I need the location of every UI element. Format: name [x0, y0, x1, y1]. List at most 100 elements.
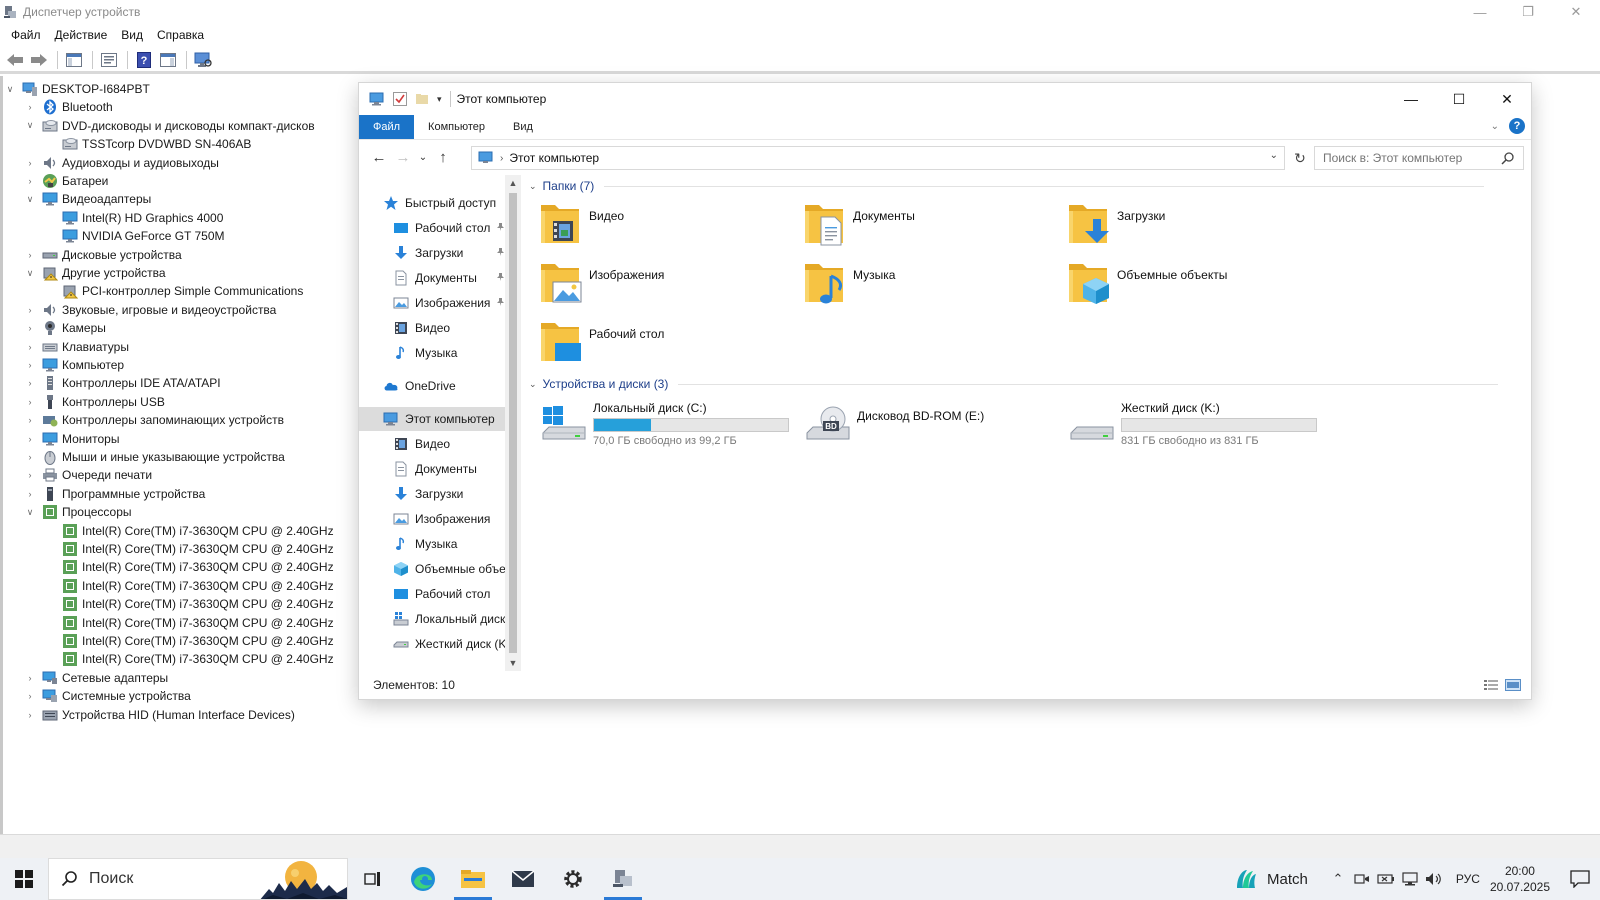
tree-device[interactable]: Intel(R) Core(TM) i7-3630QM CPU @ 2.40GH…: [44, 614, 334, 632]
chevron-down-icon[interactable]: ∨: [24, 268, 36, 279]
folder-item[interactable]: Видео: [539, 199, 789, 251]
tree-category[interactable]: › Звуковые, игровые и видеоустройства: [24, 301, 277, 319]
menu-view[interactable]: Вид: [114, 28, 150, 42]
nav-item[interactable]: Быстрый доступ: [359, 191, 509, 215]
scrollbar-thumb[interactable]: [509, 193, 517, 653]
folder-item[interactable]: Изображения: [539, 258, 789, 310]
weather-widget[interactable]: Match: [1233, 866, 1308, 892]
minimize-button[interactable]: —: [1456, 0, 1504, 24]
explorer-close-button[interactable]: ✕: [1483, 83, 1531, 115]
tree-category[interactable]: › Камеры: [24, 319, 106, 337]
taskbar-search-box[interactable]: Поиск: [48, 858, 348, 900]
forward-button[interactable]: →: [391, 146, 415, 170]
tree-category[interactable]: › Программные устройства: [24, 485, 205, 503]
tree-category[interactable]: › Дисковые устройства: [24, 246, 182, 264]
nav-item[interactable]: Загрузки: [359, 482, 509, 506]
folder-item[interactable]: Документы: [803, 199, 1053, 251]
tree-device[interactable]: Intel(R) Core(TM) i7-3630QM CPU @ 2.40GH…: [44, 558, 334, 576]
nav-item[interactable]: Загрузки: [359, 241, 509, 265]
search-box[interactable]: [1314, 146, 1524, 170]
drives-group-header[interactable]: ⌄ Устройства и диски (3): [529, 377, 1519, 391]
forward-button[interactable]: [28, 50, 50, 70]
tiles-view-icon[interactable]: [1505, 679, 1521, 694]
customize-quick-access-button[interactable]: ▾: [437, 94, 442, 105]
chevron-down-icon[interactable]: ∨: [24, 120, 36, 131]
tree-category[interactable]: › Контроллеры USB: [24, 393, 165, 411]
chevron-right-icon[interactable]: ›: [24, 489, 36, 499]
drive-item[interactable]: BD Дисковод BD-ROM (E:): [803, 399, 1073, 455]
tree-category[interactable]: › Контроллеры запоминающих устройств: [24, 411, 284, 429]
chevron-right-icon[interactable]: ›: [24, 452, 36, 462]
nav-item[interactable]: Документы: [359, 457, 509, 481]
nav-item[interactable]: Музыка: [359, 532, 509, 556]
show-hide-console-tree-button[interactable]: [63, 50, 85, 70]
nav-item[interactable]: OneDrive: [359, 374, 509, 398]
nav-item[interactable]: Видео: [359, 316, 509, 340]
chevron-right-icon[interactable]: ›: [24, 305, 36, 315]
back-button[interactable]: ←: [367, 146, 391, 170]
recent-locations-button[interactable]: ⌄: [415, 146, 431, 170]
taskbar-device-manager-button[interactable]: [598, 858, 648, 900]
explorer-titlebar[interactable]: ▾ Этот компьютер — ☐ ✕: [359, 83, 1531, 115]
breadcrumb[interactable]: Этот компьютер: [509, 151, 599, 165]
tree-category[interactable]: › Сетевые адаптеры: [24, 669, 169, 687]
scroll-up-arrow-icon[interactable]: ▲: [505, 175, 521, 191]
tree-device[interactable]: PCI-контроллер Simple Communications: [44, 282, 303, 300]
nav-item[interactable]: Объемные объекты: [359, 557, 509, 581]
folder-item[interactable]: Музыка: [803, 258, 1053, 310]
tree-device[interactable]: Intel(R) Core(TM) i7-3630QM CPU @ 2.40GH…: [44, 522, 334, 540]
folder-item[interactable]: Объемные объекты: [1067, 258, 1317, 310]
tree-device[interactable]: Intel(R) Core(TM) i7-3630QM CPU @ 2.40GH…: [44, 595, 334, 613]
battery-icon[interactable]: [1374, 858, 1398, 900]
scan-hardware-button[interactable]: [192, 50, 214, 70]
volume-icon[interactable]: [1422, 858, 1446, 900]
device-manager-titlebar[interactable]: Диспетчер устройств — ❐ ✕: [0, 0, 1600, 24]
tree-category[interactable]: ∨ DVD-дисководы и дисководы компакт-диско…: [24, 117, 315, 135]
nav-item[interactable]: Этот компьютер: [359, 407, 509, 431]
drive-item[interactable]: Жесткий диск (K:) 831 ГБ свободно из 831 …: [1067, 399, 1337, 455]
chevron-right-icon[interactable]: ›: [24, 102, 36, 112]
tree-category[interactable]: › Батареи: [24, 172, 108, 190]
help-button[interactable]: ?: [133, 50, 155, 70]
chevron-right-icon[interactable]: ›: [24, 397, 36, 407]
chevron-right-icon[interactable]: ›: [24, 250, 36, 260]
chevron-right-icon[interactable]: ›: [24, 470, 36, 480]
nav-item[interactable]: Локальный диск (C:): [359, 607, 509, 631]
search-input[interactable]: [1323, 151, 1493, 165]
tree-root[interactable]: ∨ DESKTOP-I684PBT: [4, 80, 150, 98]
navigation-pane-scrollbar[interactable]: ▲ ▼: [505, 175, 521, 671]
tree-category[interactable]: › Мыши и иные указывающие устройства: [24, 448, 285, 466]
taskbar-edge-button[interactable]: [398, 858, 448, 900]
taskbar-explorer-button[interactable]: [448, 858, 498, 900]
tree-category[interactable]: › Аудиовходы и аудиовыходы: [24, 154, 219, 172]
refresh-button[interactable]: ↻: [1289, 146, 1311, 170]
up-button[interactable]: ↑: [431, 146, 455, 170]
tree-device[interactable]: NVIDIA GeForce GT 750M: [44, 227, 225, 245]
scroll-down-arrow-icon[interactable]: ▼: [505, 655, 521, 671]
folder-item[interactable]: Рабочий стол: [539, 317, 789, 369]
nav-item[interactable]: Жесткий диск (K:): [359, 632, 509, 656]
tree-category[interactable]: › Мониторы: [24, 430, 120, 448]
show-hidden-icons-button[interactable]: ⌃: [1326, 858, 1350, 900]
task-view-button[interactable]: [348, 858, 398, 900]
address-bar[interactable]: › Этот компьютер ⌄: [471, 146, 1285, 170]
close-button[interactable]: ✕: [1552, 0, 1600, 24]
chevron-right-icon[interactable]: ›: [24, 342, 36, 352]
action-view-button[interactable]: [157, 50, 179, 70]
tree-device[interactable]: Intel(R) Core(TM) i7-3630QM CPU @ 2.40GH…: [44, 540, 334, 558]
chevron-right-icon[interactable]: ›: [24, 176, 36, 186]
meet-now-icon[interactable]: [1350, 858, 1374, 900]
chevron-right-icon[interactable]: ›: [24, 710, 36, 720]
language-indicator[interactable]: РУС: [1456, 872, 1480, 886]
help-icon[interactable]: ?: [1509, 118, 1525, 134]
properties-button[interactable]: [98, 50, 120, 70]
expand-ribbon-button[interactable]: ⌄: [1491, 121, 1499, 132]
clock[interactable]: 20:00 20.07.2025: [1490, 863, 1550, 895]
network-icon[interactable]: [1398, 858, 1422, 900]
nav-item[interactable]: Рабочий стол: [359, 582, 509, 606]
tree-category[interactable]: › Bluetooth: [24, 98, 113, 116]
tree-device[interactable]: Intel(R) Core(TM) i7-3630QM CPU @ 2.40GH…: [44, 632, 334, 650]
nav-item[interactable]: Музыка: [359, 341, 509, 365]
tree-category[interactable]: › Контроллеры IDE ATA/ATAPI: [24, 374, 221, 392]
taskbar-settings-button[interactable]: [548, 858, 598, 900]
